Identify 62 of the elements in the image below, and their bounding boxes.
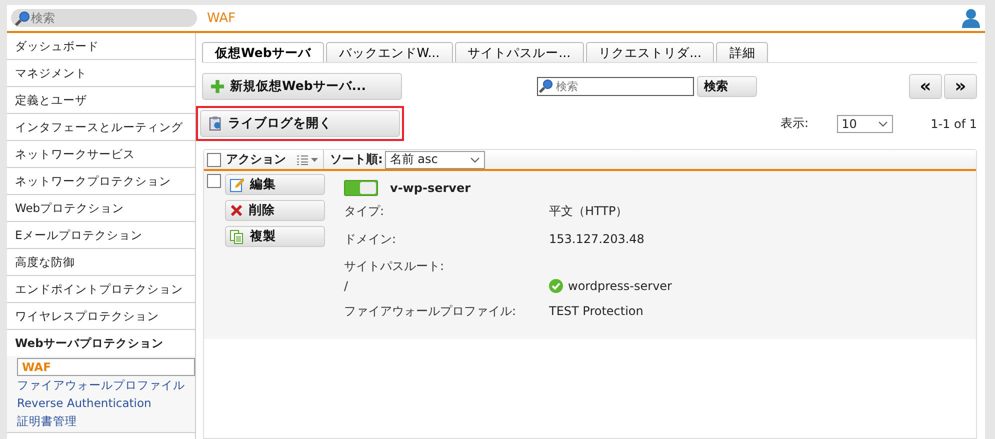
live-log-button[interactable]: ライブログを開く	[200, 110, 400, 137]
checkbox[interactable]	[207, 174, 221, 188]
tab[interactable]: 仮想Webサーバ	[202, 42, 324, 62]
sidebar-item[interactable]: エンドポイントプロテクション	[7, 276, 195, 303]
field-label: サイトパスルート:	[344, 258, 446, 275]
field-value: TEST Protection	[549, 304, 644, 318]
copy-icon	[230, 230, 244, 244]
sidebar-item[interactable]: 高度な防御	[7, 249, 195, 276]
check-icon	[549, 279, 563, 293]
sidebar-subitem[interactable]: ファイアウォールプロファイル	[17, 376, 195, 394]
search-icon	[539, 79, 553, 93]
action-button[interactable]: 複製	[225, 226, 325, 247]
tab[interactable]: バックエンドW...	[326, 42, 453, 62]
sidebar-item[interactable]: 定義とユーザ	[7, 87, 195, 114]
sidebar-subitem[interactable]: 証明書管理	[17, 412, 195, 430]
sort-select[interactable]: 名前 asc	[384, 150, 485, 168]
pencil-icon	[230, 178, 244, 192]
sidebar-item[interactable]: ネットワークサービス	[7, 141, 195, 168]
sidebar-item[interactable]: Webサーバプロテクション	[7, 330, 195, 356]
previous-button[interactable]: «	[909, 74, 942, 99]
search-icon	[15, 11, 30, 26]
sort-label: ソート順:	[330, 151, 383, 168]
new-button[interactable]: 新規仮想Webサーバ...	[202, 73, 402, 100]
sidebar-item[interactable]: マネジメント	[7, 60, 195, 87]
clipboard-icon	[209, 116, 222, 131]
tab[interactable]: サイトパスルー...	[454, 42, 584, 62]
search-field[interactable]: 検索	[537, 77, 694, 96]
sidebar-item[interactable]: ワイヤレスプロテクション	[7, 303, 195, 330]
path-value: /	[344, 279, 350, 293]
actions-label: アクション	[226, 151, 286, 168]
chevron-icon	[470, 156, 480, 162]
field-label: タイプ:	[344, 202, 386, 220]
sidebar-item[interactable]: ダッシュボード	[7, 33, 195, 60]
search-button[interactable]: 検索	[697, 76, 757, 97]
display-label: 表示:	[780, 115, 809, 132]
sidebar-item[interactable]: Webプロテクション	[7, 195, 195, 222]
field-label: ドメイン:	[344, 230, 398, 248]
page-size-select[interactable]: 10	[836, 114, 893, 132]
search-field[interactable]: 検索	[11, 9, 197, 27]
field-value: 153.127.203.48	[549, 232, 644, 246]
sidebar-subitem[interactable]: Reverse Authentication	[17, 394, 195, 412]
list-menu-icon[interactable]	[297, 154, 319, 164]
user-icon[interactable]	[961, 8, 981, 28]
backend-name: wordpress-server	[568, 279, 672, 293]
checkbox[interactable]	[207, 152, 221, 166]
field-label: ファイアウォールプロファイル:	[344, 302, 518, 320]
cross-icon	[230, 204, 243, 217]
toggle-switch[interactable]	[344, 180, 378, 196]
tab[interactable]: リクエストリダ...	[586, 42, 714, 62]
result-count: 1-1 of 1	[930, 116, 977, 130]
server-name: v-wp-server	[390, 181, 471, 195]
plus-icon	[211, 80, 224, 93]
page-title: WAF	[207, 10, 237, 26]
action-button[interactable]: 編集	[225, 174, 325, 195]
sidebar-item[interactable]: Eメールプロテクション	[7, 222, 195, 249]
sidebar-item[interactable]: インタフェースとルーティング	[7, 114, 195, 141]
action-button[interactable]: 削除	[225, 200, 325, 221]
sidebar-item[interactable]: ネットワークプロテクション	[7, 168, 195, 195]
chevron-icon	[878, 120, 888, 126]
field-value: 平文（HTTP）	[549, 202, 628, 220]
tab[interactable]: 詳細	[716, 42, 768, 62]
next-button[interactable]: »	[944, 74, 977, 99]
